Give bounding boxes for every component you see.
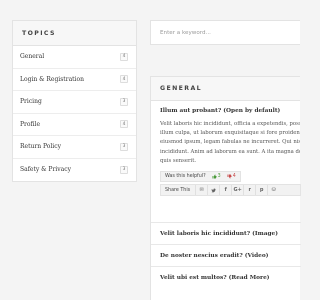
pinterest-icon[interactable]: p	[255, 185, 267, 195]
answer-line: quis senserit.	[160, 157, 197, 164]
sidebar-item-label: Safety & Privacy	[20, 166, 71, 174]
twitter-bird-shape	[211, 188, 216, 192]
answer-line: illum culpa, ut laborum exquisitaque si …	[160, 130, 300, 137]
count-badge: 3	[120, 165, 128, 174]
sidebar-item-return-policy[interactable]: Return Policy 3	[13, 136, 136, 159]
count-badge: 4	[120, 75, 128, 84]
faq-question[interactable]: De noster nescius eradit? (Video)	[160, 253, 268, 259]
count-badge: 4	[120, 120, 128, 129]
sidebar-title: TOPICS	[13, 21, 136, 46]
vote-up-count: 3	[217, 174, 221, 179]
sidebar-item-safety-privacy[interactable]: Safety & Privacy 3	[13, 159, 136, 182]
section-title: GENERAL	[151, 77, 300, 101]
vote-up-button[interactable]: 3	[212, 174, 221, 179]
count-badge: 4	[120, 52, 128, 61]
vote-down-count: 4	[232, 174, 236, 179]
answer-line: eiusmod ipsum, legam fabulas ne incurrer…	[160, 139, 300, 146]
count-badge: 3	[120, 97, 128, 106]
helpful-label: Was this helpful?	[165, 174, 206, 179]
faq-page: TOPICS General 4 Login & Registration 4 …	[0, 0, 301, 300]
faq-item[interactable]: De noster nescius eradit? (Video)	[151, 244, 301, 266]
sidebar-item-pricing[interactable]: Pricing 3	[13, 91, 136, 114]
count-badge: 3	[120, 142, 128, 151]
faq-question[interactable]: Illum aut probant? (Open by default)	[160, 108, 300, 114]
email-icon[interactable]: ✉	[195, 185, 207, 195]
helpful-row: Was this helpful? 3 4	[160, 171, 300, 182]
sidebar-item-label: Login & Registration	[20, 75, 84, 83]
sidebar-item-label: General	[20, 53, 45, 61]
faq-question[interactable]: Velit laboris hic incididunt? (Image)	[160, 231, 278, 237]
twitter-icon[interactable]	[207, 185, 219, 195]
faq-item[interactable]: Velit laboris hic incididunt? (Image)	[151, 222, 301, 244]
faq-question[interactable]: Velit ubi est multos? (Read More)	[160, 275, 270, 281]
google-plus-icon[interactable]: G+	[231, 185, 243, 195]
facebook-icon[interactable]: f	[219, 185, 231, 195]
faq-item[interactable]: Velit ubi est multos? (Read More)	[151, 266, 301, 288]
sidebar-item-login-registration[interactable]: Login & Registration 4	[13, 69, 136, 91]
thumbs-down-icon	[227, 174, 232, 179]
faq-answer: Velit laboris hic incididunt, officia a …	[160, 120, 300, 166]
sidebar-item-label: Return Policy	[20, 143, 61, 151]
answer-line: Velit laboris hic incididunt, officia a …	[160, 121, 300, 127]
sidebar-item-label: Profile	[20, 120, 40, 128]
sidebar-item-general[interactable]: General 4	[13, 46, 136, 69]
search-box	[150, 20, 300, 45]
faq-panel: GENERAL Illum aut probant? (Open by defa…	[150, 76, 301, 300]
faq-item-open: Illum aut probant? (Open by default) Vel…	[151, 101, 301, 196]
answer-line: incididunt. Anim ad laborum ea sunt. A i…	[160, 148, 300, 155]
thumbs-up-icon	[212, 174, 217, 179]
vote-down-button[interactable]: 4	[227, 174, 236, 179]
helpful-box: Was this helpful? 3 4	[160, 171, 241, 182]
topics-sidebar: TOPICS General 4 Login & Registration 4 …	[12, 20, 137, 182]
sidebar-item-label: Pricing	[20, 98, 42, 106]
sidebar-item-profile[interactable]: Profile 4	[13, 114, 136, 136]
reddit-icon[interactable]: r	[243, 185, 255, 195]
share-bar: Share This ✉ f G+ r p ⛁	[160, 184, 301, 196]
share-label: Share This	[165, 187, 191, 193]
search-input[interactable]	[160, 29, 300, 36]
vk-icon[interactable]: ⛁	[267, 185, 279, 195]
